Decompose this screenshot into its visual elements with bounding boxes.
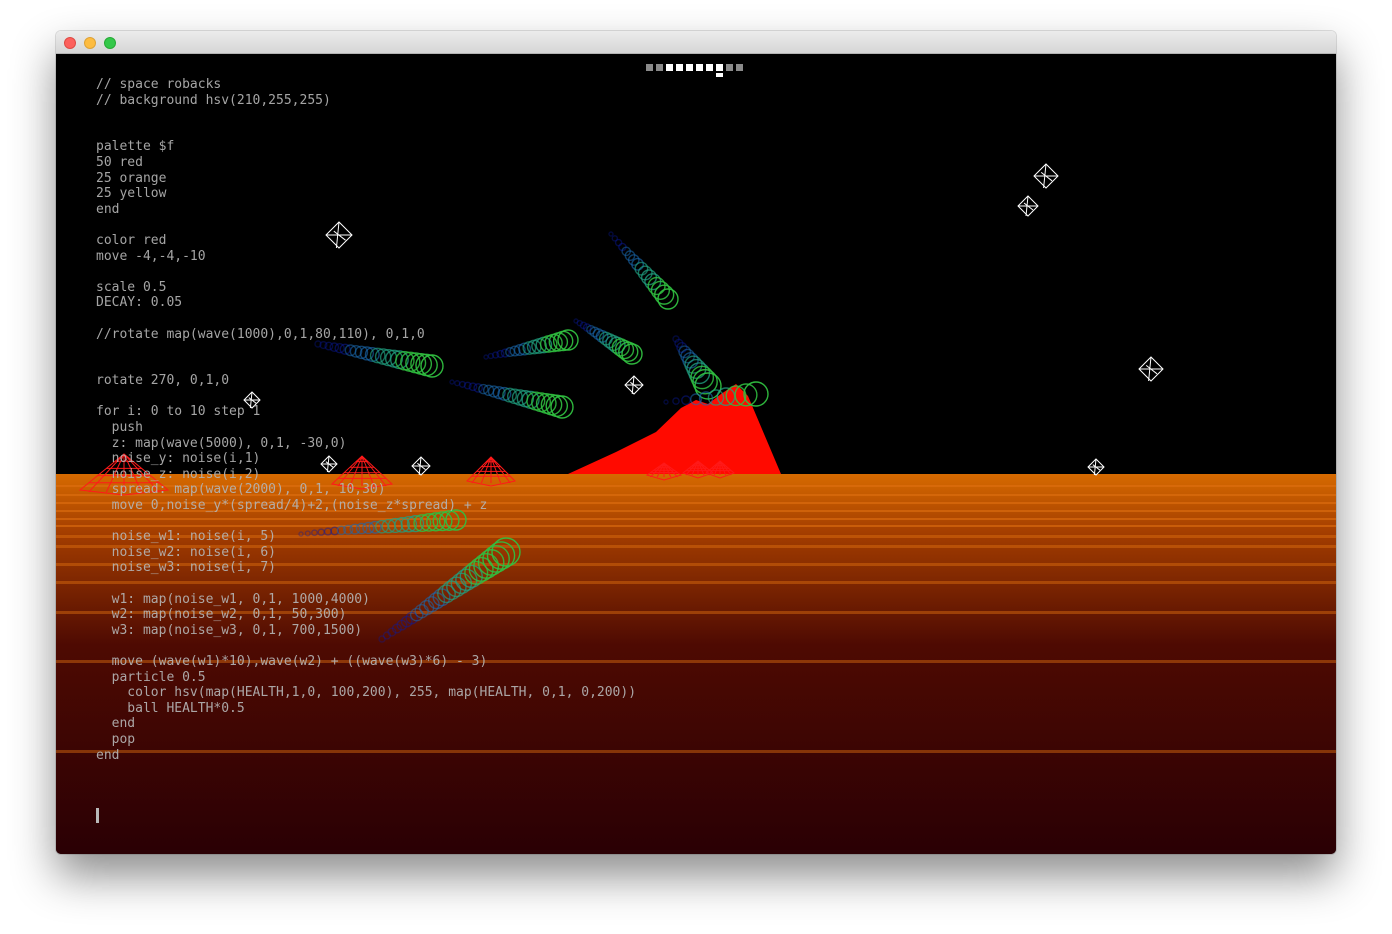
code-line[interactable] — [96, 342, 636, 358]
code-line[interactable]: noise_w3: noise(i, 7) — [96, 560, 636, 576]
meter-segment — [696, 64, 703, 71]
code-line[interactable]: 25 yellow — [96, 186, 636, 202]
code-line[interactable]: w2: map(noise_w2, 0,1, 50,300) — [96, 607, 636, 623]
code-line[interactable] — [96, 576, 636, 592]
app-window: // space robacks// background hsv(210,25… — [56, 31, 1336, 854]
code-editor[interactable]: // space robacks// background hsv(210,25… — [96, 77, 636, 763]
code-line[interactable]: move -4,-4,-10 — [96, 249, 636, 265]
code-line[interactable]: // background hsv(210,255,255) — [96, 93, 636, 109]
code-line[interactable]: DECAY: 0.05 — [96, 295, 636, 311]
meter-segment — [726, 64, 733, 71]
code-line[interactable]: 50 red — [96, 155, 636, 171]
code-line[interactable] — [96, 124, 636, 140]
code-line[interactable]: for i: 0 to 10 step 1 — [96, 404, 636, 420]
crystal — [1033, 163, 1059, 189]
code-line[interactable]: color red — [96, 233, 636, 249]
title-bar[interactable] — [56, 31, 1336, 54]
code-line[interactable] — [96, 514, 636, 530]
visualizer-canvas[interactable]: // space robacks// background hsv(210,25… — [56, 54, 1336, 854]
code-line[interactable]: noise_w2: noise(i, 6) — [96, 545, 636, 561]
meter-segment — [666, 64, 673, 71]
code-line[interactable]: ball HEALTH*0.5 — [96, 701, 636, 717]
code-line[interactable] — [96, 638, 636, 654]
code-line[interactable]: end — [96, 202, 636, 218]
code-line[interactable]: w1: map(noise_w1, 0,1, 1000,4000) — [96, 592, 636, 608]
audio-meter — [646, 64, 746, 78]
code-line[interactable]: push — [96, 420, 636, 436]
code-line[interactable]: w3: map(noise_w3, 0,1, 700,1500) — [96, 623, 636, 639]
close-button[interactable] — [64, 37, 76, 49]
code-line[interactable] — [96, 108, 636, 124]
code-line[interactable] — [96, 264, 636, 280]
code-line[interactable]: // space robacks — [96, 77, 636, 93]
code-line[interactable]: noise_y: noise(i,1) — [96, 451, 636, 467]
crystal — [1138, 356, 1164, 382]
code-line[interactable]: end — [96, 716, 636, 732]
code-line[interactable]: color hsv(map(HEALTH,1,0, 100,200), 255,… — [96, 685, 636, 701]
code-line[interactable]: palette $f — [96, 139, 636, 155]
code-line[interactable]: noise_w1: noise(i, 5) — [96, 529, 636, 545]
code-line[interactable]: particle 0.5 — [96, 670, 636, 686]
meter-segment — [676, 64, 683, 71]
meter-segment — [646, 64, 653, 71]
code-line[interactable] — [96, 217, 636, 233]
code-line[interactable]: noise_z: noise(i,2) — [96, 467, 636, 483]
code-line[interactable]: move (wave(w1)*10),wave(w2) + ((wave(w3)… — [96, 654, 636, 670]
code-line[interactable]: scale 0.5 — [96, 280, 636, 296]
code-line[interactable]: spread: map(wave(2000), 0,1, 10,30) — [96, 482, 636, 498]
code-line[interactable]: move 0,noise_y*(spread/4)+2,(noise_z*spr… — [96, 498, 636, 514]
meter-indicator — [716, 73, 723, 77]
meter-segment — [736, 64, 743, 71]
ball-trail — [672, 335, 722, 400]
meter-segment — [656, 64, 663, 71]
code-line[interactable] — [96, 311, 636, 327]
code-line[interactable]: //rotate map(wave(1000),0,1,80,110), 0,1… — [96, 327, 636, 343]
code-line[interactable] — [96, 389, 636, 405]
code-line[interactable]: z: map(wave(5000), 0,1, -30,0) — [96, 436, 636, 452]
crystal — [1087, 458, 1105, 476]
code-line[interactable]: 25 orange — [96, 171, 636, 187]
meter-segment — [716, 64, 723, 71]
meter-segment — [706, 64, 713, 71]
code-line[interactable] — [96, 358, 636, 374]
maximize-button[interactable] — [104, 37, 116, 49]
code-line[interactable]: pop — [96, 732, 636, 748]
meter-segment — [686, 64, 693, 71]
text-cursor — [96, 808, 99, 823]
crystal — [1017, 195, 1039, 217]
minimize-button[interactable] — [84, 37, 96, 49]
code-line[interactable]: end — [96, 748, 636, 764]
code-line[interactable]: rotate 270, 0,1,0 — [96, 373, 636, 389]
